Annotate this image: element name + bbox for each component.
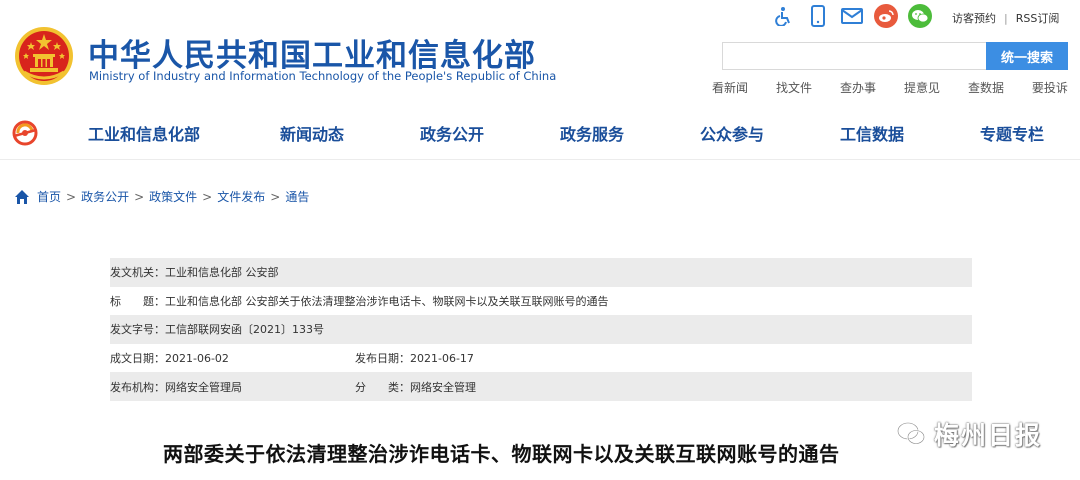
- quick-link-feedback[interactable]: 提意见: [904, 79, 940, 96]
- doc-number-value: 工信部联网安函〔2021〕133号: [165, 323, 324, 337]
- miit-logo-icon[interactable]: [10, 118, 40, 148]
- breadcrumb-file-release[interactable]: 文件发布: [217, 188, 265, 205]
- nav-item-public-participation[interactable]: 公众参与: [700, 121, 764, 145]
- wechat-watermark-icon: [897, 422, 925, 445]
- rss-link[interactable]: RSS订阅: [1016, 10, 1060, 26]
- agency-cell: 发布机构： 网络安全管理局: [110, 379, 355, 395]
- agency-value: 网络安全管理局: [165, 380, 242, 394]
- mobile-icon[interactable]: [806, 4, 830, 28]
- nav-item-public-affairs[interactable]: 政务公开: [420, 121, 484, 145]
- info-row-title: 标 题： 工业和信息化部 公安部关于依法清理整治涉诈电话卡、物联网卡以及关联互联…: [110, 286, 972, 316]
- nav-item-news[interactable]: 新闻动态: [280, 121, 344, 145]
- wechat-icon[interactable]: [908, 4, 932, 28]
- published-date-cell: 发布日期： 2021-06-17: [355, 350, 474, 366]
- breadcrumb-public-affairs[interactable]: 政务公开: [81, 188, 129, 205]
- document-info-table: 发文机关： 工业和信息化部 公安部 标 题： 工业和信息化部 公安部关于依法清理…: [110, 258, 972, 401]
- published-date-value: 2021-06-17: [410, 351, 474, 365]
- breadcrumb-separator: >: [66, 189, 77, 204]
- accessibility-icon[interactable]: [772, 4, 796, 28]
- link-separator: |: [1004, 11, 1008, 25]
- breadcrumb-home[interactable]: 首页: [37, 188, 61, 205]
- breadcrumb-separator: >: [270, 189, 281, 204]
- breadcrumb-notice[interactable]: 通告: [285, 188, 309, 205]
- visit-appointment-link[interactable]: 访客预约: [952, 10, 996, 26]
- site-subtitle: Ministry of Industry and Information Tec…: [89, 69, 557, 83]
- category-cell: 分 类： 网络安全管理: [355, 379, 476, 395]
- weibo-icon[interactable]: [874, 4, 898, 28]
- issuer-label: 发文机关：: [110, 266, 165, 280]
- site-header: 中华人民共和国工业和信息化部 Ministry of Industry and …: [0, 0, 1080, 104]
- mail-icon[interactable]: [840, 4, 864, 28]
- quick-link-services[interactable]: 查办事: [840, 79, 876, 96]
- nav-item-special-topics[interactable]: 专题专栏: [980, 121, 1044, 145]
- issuer-value: 工业和信息化部 公安部: [165, 266, 279, 280]
- quick-link-data[interactable]: 查数据: [968, 79, 1004, 96]
- quick-link-files[interactable]: 找文件: [776, 79, 812, 96]
- national-emblem-logo[interactable]: [14, 26, 74, 86]
- search-button[interactable]: 统一搜索: [986, 42, 1068, 70]
- breadcrumb: 首页 > 政务公开 > 政策文件 > 文件发布 > 通告: [14, 188, 309, 205]
- title-value: 工业和信息化部 公安部关于依法清理整治涉诈电话卡、物联网卡以及关联互联网账号的通…: [165, 294, 609, 308]
- breadcrumb-separator: >: [134, 189, 145, 204]
- article-title: 两部委关于依法清理整治涉诈电话卡、物联网卡以及关联互联网账号的通告: [163, 442, 840, 466]
- info-row-dates: 成文日期： 2021-06-02 发布日期： 2021-06-17: [110, 343, 972, 373]
- top-icon-bar: [772, 4, 942, 28]
- quick-link-complaint[interactable]: 要投诉: [1032, 79, 1068, 96]
- title-label: 标 题：: [110, 294, 165, 308]
- quick-link-news[interactable]: 看新闻: [712, 79, 748, 96]
- home-icon: [15, 189, 29, 204]
- published-date-label: 发布日期：: [355, 352, 410, 366]
- top-links: 访客预约 | RSS订阅: [952, 10, 1059, 26]
- category-value: 网络安全管理: [410, 380, 476, 394]
- created-date-value: 2021-06-02: [165, 351, 229, 365]
- watermark-text: 梅州日报: [934, 421, 1043, 450]
- info-row-issuer: 发文机关： 工业和信息化部 公安部: [110, 258, 972, 287]
- breadcrumb-separator: >: [202, 189, 213, 204]
- created-date-label: 成文日期：: [110, 352, 165, 366]
- breadcrumb-policy-files[interactable]: 政策文件: [149, 188, 197, 205]
- quick-links: 看新闻 找文件 查办事 提意见 查数据 要投诉: [712, 79, 1068, 96]
- agency-label: 发布机构：: [110, 380, 165, 394]
- nav-item-government-services[interactable]: 政务服务: [560, 121, 624, 145]
- category-label: 分 类：: [355, 380, 410, 394]
- info-row-agency: 发布机构： 网络安全管理局 分 类： 网络安全管理: [110, 372, 972, 401]
- nav-item-ministry[interactable]: 工业和信息化部: [88, 121, 200, 145]
- doc-number-label: 发文字号：: [110, 323, 165, 337]
- search-input[interactable]: [722, 42, 986, 70]
- created-date-cell: 成文日期： 2021-06-02: [110, 350, 355, 366]
- info-row-doc-number: 发文字号： 工信部联网安函〔2021〕133号: [110, 315, 972, 344]
- nav-item-data[interactable]: 工信数据: [840, 121, 904, 145]
- main-nav: 工业和信息化部 新闻动态 政务公开 政务服务 公众参与 工信数据 专题专栏: [0, 104, 1080, 160]
- watermark: 梅州日报: [896, 416, 1042, 452]
